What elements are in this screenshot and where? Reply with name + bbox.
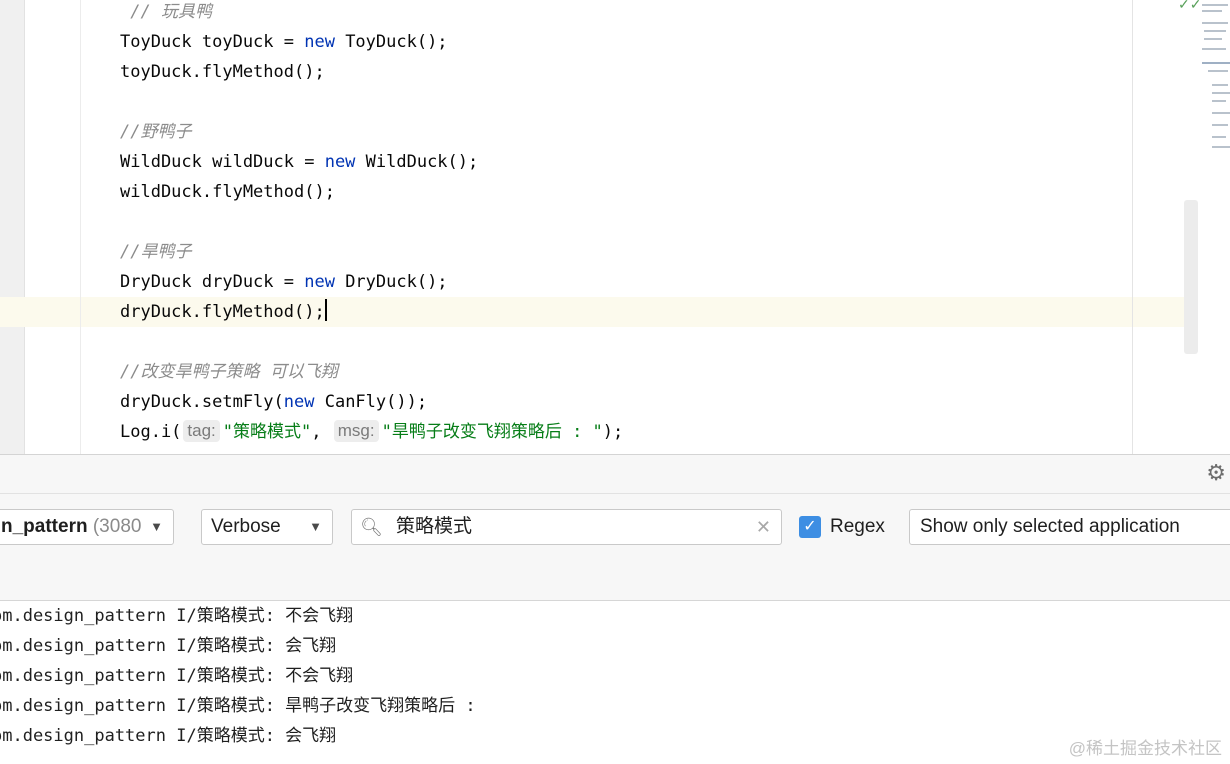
code-token: ); <box>602 422 624 442</box>
chevron-down-icon: ▼ <box>309 519 322 534</box>
code-token: DryDuck(); <box>334 272 448 292</box>
editor-minimap[interactable] <box>1200 0 1230 170</box>
code-token: ToyDuck toyDuck = <box>120 32 305 52</box>
code-token: "策略模式" <box>222 422 312 442</box>
editor-scrollbar[interactable] <box>1184 200 1198 354</box>
right-margin-guide <box>1132 0 1133 454</box>
code-line[interactable]: DryDuck dryDuck = new DryDuck(); <box>120 267 448 297</box>
log-line[interactable]: om.design_pattern I/策略模式: 不会飞翔 <box>0 661 353 691</box>
code-line[interactable]: dryDuck.flyMethod(); <box>120 297 327 327</box>
code-token: ToyDuck(); <box>334 32 448 52</box>
chevron-down-icon: ▼ <box>150 519 163 534</box>
log-line[interactable]: om.design_pattern I/策略模式: 不会飞翔 <box>0 601 353 631</box>
regex-checkbox[interactable]: ✓ <box>799 516 821 538</box>
code-token: DryDuck dryDuck = <box>120 272 305 292</box>
code-line[interactable]: toyDuck.flyMethod(); <box>120 57 325 87</box>
code-token: toyDuck.flyMethod(); <box>120 62 325 82</box>
code-line[interactable]: wildDuck.flyMethod(); <box>120 177 335 207</box>
search-value: 策略模式 <box>396 516 473 537</box>
process-pid: (3080 <box>92 516 142 537</box>
editor-gutter[interactable] <box>0 0 25 454</box>
code-token: WildDuck(); <box>355 152 479 172</box>
log-level-value: Verbose <box>211 516 281 537</box>
code-line[interactable]: //野鸭子 <box>120 117 191 147</box>
logcat-toolbar: ⚙ <box>0 454 1230 494</box>
search-icon: 🔍︎ <box>360 517 383 537</box>
code-token: "旱鸭子改变飞翔策略后 : " <box>381 422 603 442</box>
watermark: @稀土掘金技术社区 <box>1068 739 1222 758</box>
log-level-select[interactable]: Verbose ▼ <box>201 509 333 545</box>
code-token: wildDuck.flyMethod(); <box>120 182 335 202</box>
code-token: , <box>311 422 332 442</box>
logcat-filter-bar: n_pattern (3080 ▼ Verbose ▼ 🔍︎ 策略模式 ✕ ✓ … <box>0 494 1230 601</box>
text-caret <box>324 299 327 321</box>
indent-guide <box>80 0 81 454</box>
code-token: dryDuck.flyMethod(); <box>120 302 325 322</box>
code-line[interactable]: dryDuck.setmFly(new CanFly()); <box>120 387 427 417</box>
code-token: new <box>304 32 335 52</box>
gear-icon[interactable]: ⚙ <box>1206 462 1226 484</box>
code-line[interactable]: ToyDuck toyDuck = new ToyDuck(); <box>120 27 448 57</box>
code-token: WildDuck wildDuck = <box>120 152 325 172</box>
process-select[interactable]: n_pattern (3080 ▼ <box>0 509 174 545</box>
code-line[interactable]: //旱鸭子 <box>120 237 191 267</box>
app-filter-select[interactable]: Show only selected application <box>909 509 1230 545</box>
code-token: //旱鸭子 <box>120 242 192 262</box>
code-token: CanFly()); <box>314 392 428 412</box>
code-token: // 玩具鸭 <box>120 2 212 22</box>
search-input[interactable]: 🔍︎ 策略模式 ✕ <box>351 509 782 545</box>
process-name: n_pattern <box>1 516 88 537</box>
code-line[interactable]: Log.i(tag: "策略模式", msg: "旱鸭子改变飞翔策略后 : "); <box>120 417 623 447</box>
code-token: dryDuck.setmFly( <box>120 392 284 412</box>
parameter-hint: tag: <box>183 420 220 442</box>
code-token: new <box>283 392 315 412</box>
log-line[interactable]: om.design_pattern I/策略模式: 旱鸭子改变飞翔策略后 : <box>0 691 476 721</box>
code-token: //改变旱鸭子策略 可以飞翔 <box>120 362 338 382</box>
regex-label[interactable]: Regex <box>830 509 885 545</box>
code-token: new <box>304 272 335 292</box>
code-token: new <box>324 152 356 172</box>
code-line[interactable]: //改变旱鸭子策略 可以飞翔 <box>120 357 338 387</box>
log-line[interactable]: om.design_pattern I/策略模式: 会飞翔 <box>0 631 336 661</box>
logcat-output[interactable]: om.design_pattern I/策略模式: 不会飞翔 om.design_… <box>0 601 1230 764</box>
code-token: Log.i( <box>120 422 182 442</box>
log-line[interactable]: om.design_pattern I/策略模式: 会飞翔 <box>0 721 336 751</box>
code-line[interactable]: WildDuck wildDuck = new WildDuck(); <box>120 147 478 177</box>
checkmark-icon: ✓ <box>803 518 817 535</box>
app-filter-value: Show only selected application <box>920 516 1180 537</box>
clear-icon[interactable]: ✕ <box>756 510 771 544</box>
code-token: //野鸭子 <box>120 122 192 142</box>
parameter-hint: msg: <box>333 420 379 442</box>
code-line[interactable]: // 玩具鸭 <box>120 0 212 27</box>
checkmark-icon: ✓✓ <box>1178 0 1202 12</box>
code-editor[interactable]: // 玩具鸭 ToyDuck toyDuck = new ToyDuck(); to… <box>0 0 1230 454</box>
